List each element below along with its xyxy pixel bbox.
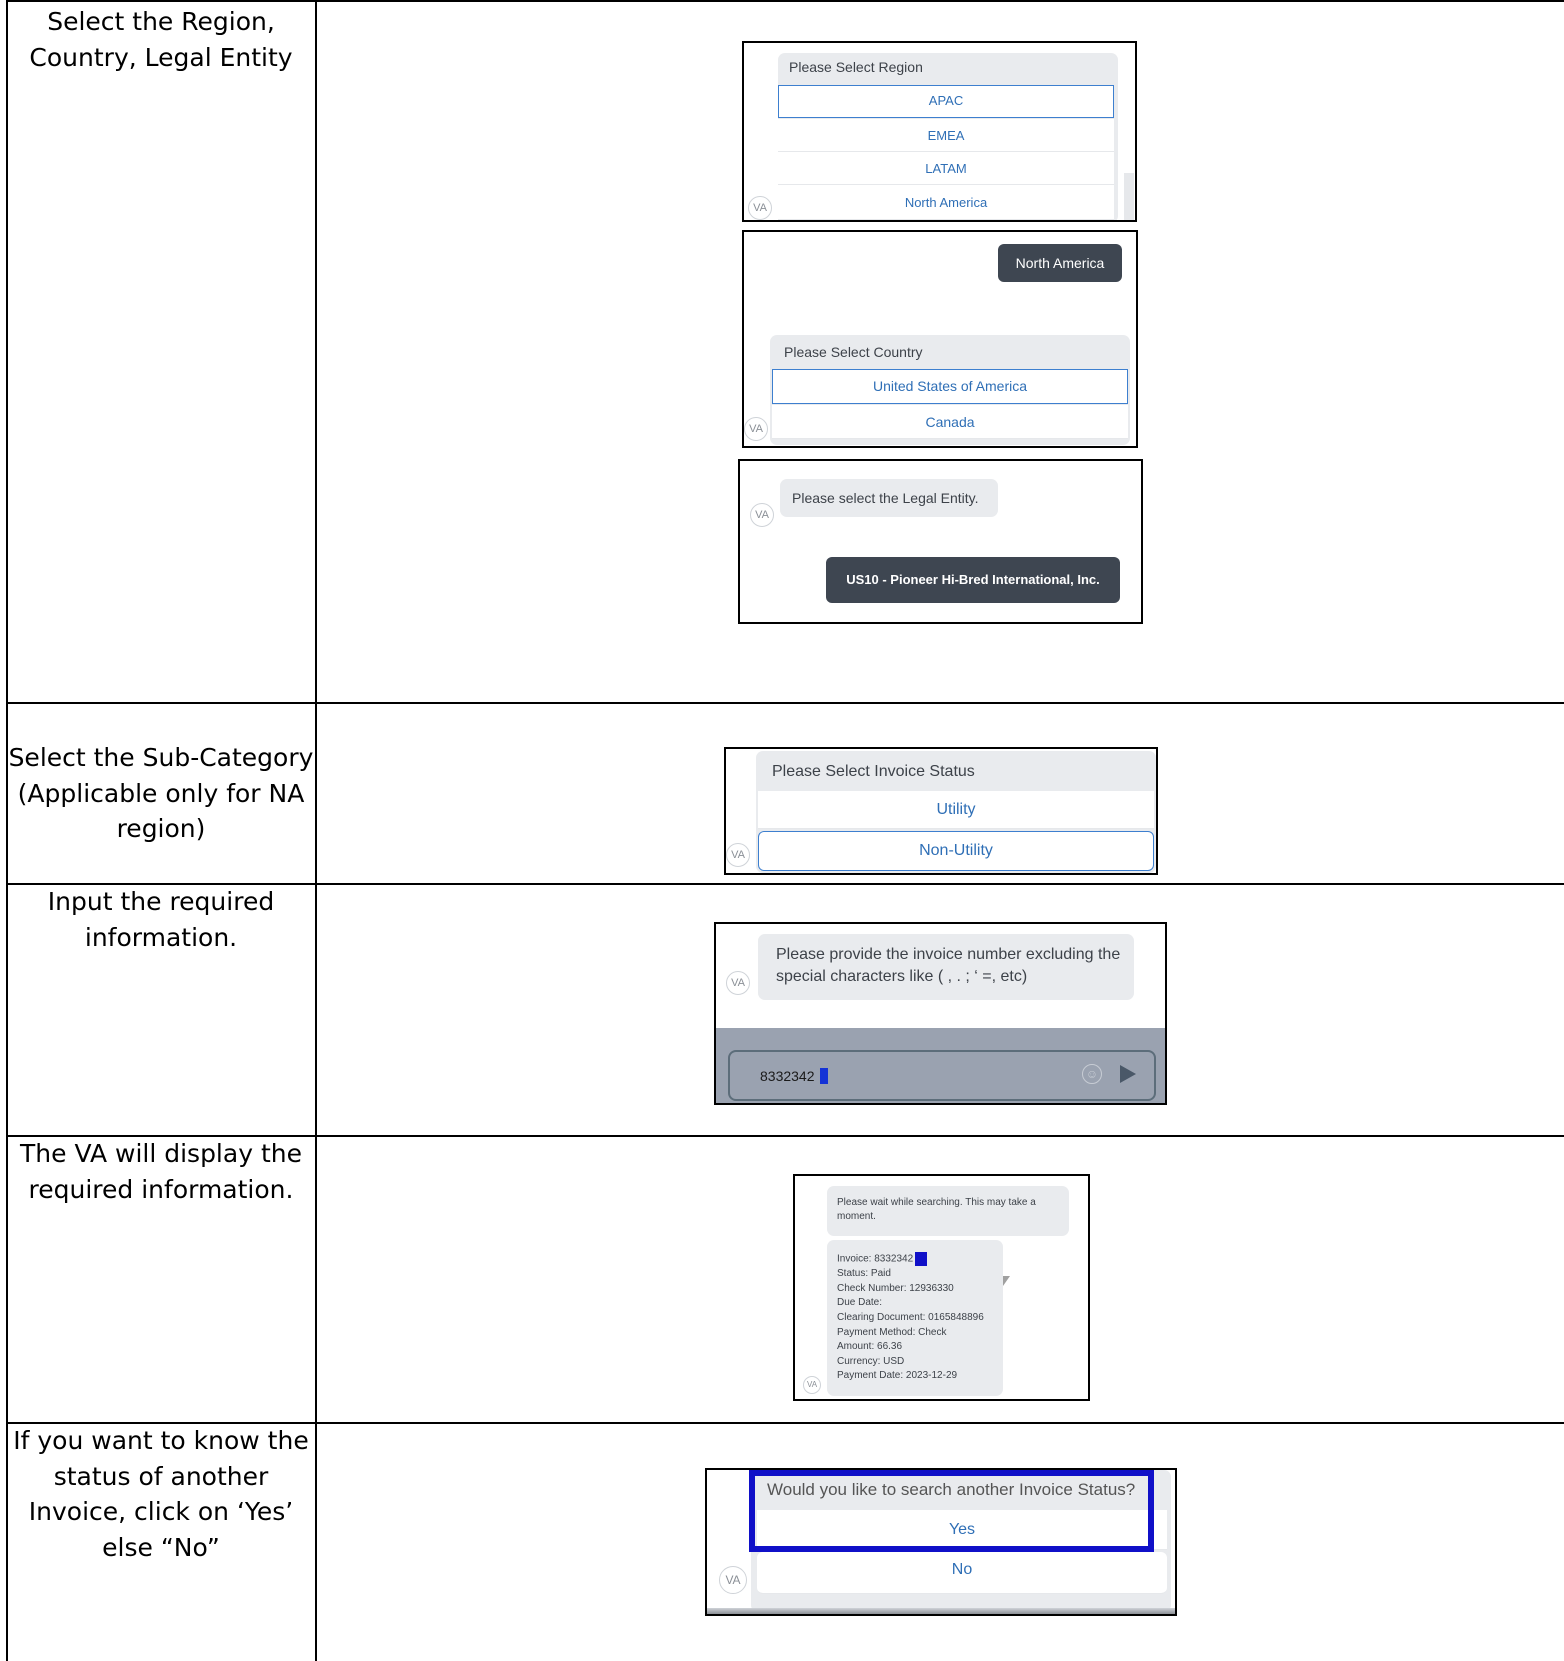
table-column-divider (315, 0, 317, 1661)
va-avatar: VA (726, 843, 750, 867)
scrollbar[interactable] (1124, 173, 1134, 220)
va-avatar: VA (719, 1566, 747, 1594)
region-option-north-america[interactable]: North America (778, 185, 1114, 220)
highlight-marker (915, 1252, 928, 1266)
user-reply-legal-entity: US10 - Pioneer Hi-Bred International, In… (826, 557, 1120, 603)
invoice-input-screenshot: Please provide the invoice number exclud… (714, 922, 1167, 1105)
sub-category-option-utility[interactable]: Utility (758, 791, 1154, 829)
region-option-latam[interactable]: LATAM (778, 152, 1114, 185)
country-option-usa[interactable]: United States of America (772, 369, 1128, 404)
sub-category-screenshot: Please Select Invoice Status Utility Non… (724, 747, 1158, 875)
table-top-border (6, 0, 1564, 2)
country-prompt-text: Please Select Country (784, 344, 923, 360)
result-line-amount: Amount: 66.36 (837, 1341, 903, 1353)
invoice-result-lines: Invoice: 8332342 Status: Paid Check Numb… (837, 1252, 984, 1384)
user-reply-region: North America (998, 244, 1122, 282)
va-avatar: VA (748, 196, 772, 220)
row-divider (6, 702, 1564, 704)
highlight-box (749, 1470, 1154, 1552)
sub-category-option-non-utility[interactable]: Non-Utility (758, 831, 1154, 871)
region-option-apac[interactable]: APAC (778, 85, 1114, 118)
va-avatar: VA (744, 417, 768, 441)
text-cursor (820, 1068, 828, 1084)
sub-category-prompt-text: Please Select Invoice Status (772, 763, 975, 780)
step-label-search-again: If you want to know the status of anothe… (13, 1426, 309, 1562)
invoice-prompt-text: Please provide the invoice number exclud… (776, 946, 1121, 985)
result-line-payment-date: Payment Date: 2023-12-29 (837, 1370, 958, 1382)
result-line-clearing-document: Clearing Document: 0165848896 (837, 1312, 984, 1324)
result-line-currency: Currency: USD (837, 1355, 905, 1367)
region-prompt-text: Please Select Region (789, 59, 923, 75)
legal-entity-prompt-text: Please select the Legal Entity. (792, 490, 979, 506)
invoice-number-input[interactable]: 8332342 ☺ (728, 1050, 1156, 1101)
va-avatar: VA (726, 971, 750, 995)
legal-entity-screenshot: Please select the Legal Entity. VA US10 … (738, 459, 1143, 624)
step-label-display-info: The VA will display the required informa… (20, 1139, 302, 1204)
step-label-region-country-entity: Select the Region, Country, Legal Entity (29, 7, 293, 72)
result-line-check-number: Check Number: 12936330 (837, 1282, 954, 1294)
search-again-screenshot: Would you like to search another Invoice… (705, 1468, 1177, 1616)
region-option-emea[interactable]: EMEA (778, 119, 1114, 152)
step-label-input-info: Input the required information. (47, 887, 275, 952)
country-select-screenshot: North America Please Select Country Unit… (742, 230, 1138, 448)
result-line-payment-method: Payment Method: Check (837, 1326, 947, 1338)
step-label-sub-category: Select the Sub-Category (Applicable only… (8, 743, 314, 843)
search-again-option-no[interactable]: No (757, 1552, 1167, 1594)
va-avatar: VA (803, 1376, 821, 1394)
search-results-screenshot: Please wait while searching. This may ta… (793, 1174, 1090, 1401)
invoice-input-value: 8332342 (760, 1068, 815, 1084)
smiley-icon[interactable]: ☺ (1082, 1064, 1102, 1084)
country-option-canada[interactable]: Canada (772, 405, 1128, 439)
result-line-invoice: Invoice: 8332342 (837, 1252, 984, 1267)
send-arrow-icon[interactable] (1120, 1065, 1136, 1083)
region-select-screenshot: Please Select Region APAC EMEA LATAM Nor… (742, 41, 1137, 222)
mouse-pointer-icon (1003, 1276, 1010, 1286)
wait-message-text: Please wait while searching. This may ta… (837, 1197, 1036, 1222)
va-avatar: VA (750, 503, 774, 527)
result-line-due-date: Due Date: (837, 1297, 883, 1309)
bottom-shadow-bar (707, 1608, 1175, 1614)
result-line-status: Status: Paid (837, 1268, 891, 1280)
